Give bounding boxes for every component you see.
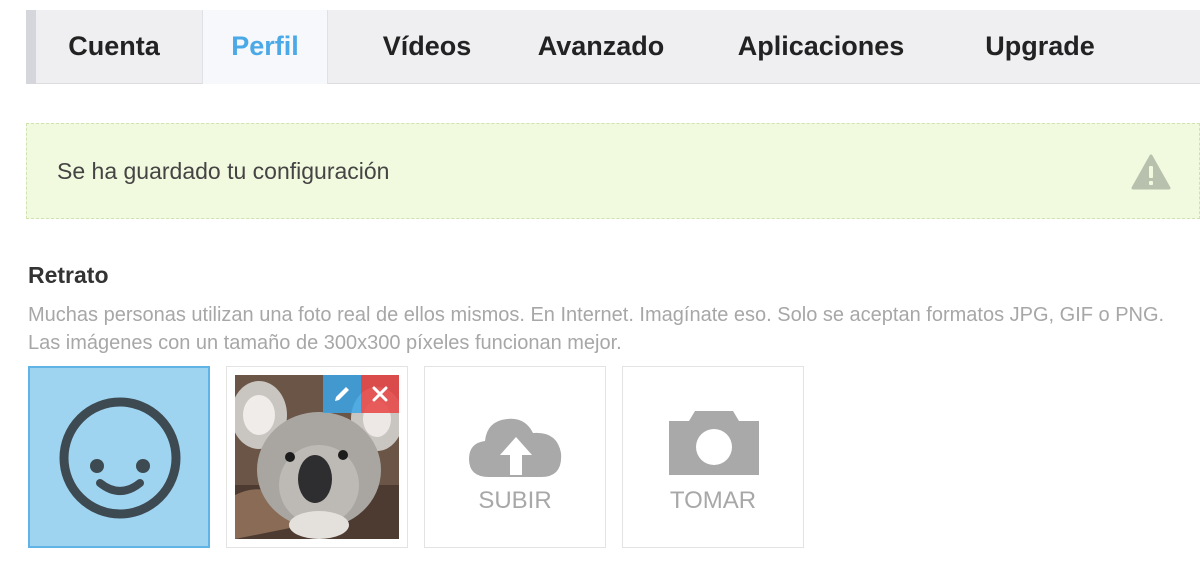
photo-option[interactable] xyxy=(226,366,408,548)
warning-icon xyxy=(1131,154,1171,195)
upload-option[interactable]: SUBIR xyxy=(424,366,606,548)
portrait-description: Muchas personas utilizan una foto real d… xyxy=(28,304,1165,354)
tab-perfil[interactable]: Perfil xyxy=(202,10,328,84)
tab-cuenta[interactable]: Cuenta xyxy=(54,10,174,84)
close-icon xyxy=(372,386,388,407)
tab-aplicaciones[interactable]: Aplicaciones xyxy=(722,10,920,84)
tab-upgrade[interactable]: Upgrade xyxy=(968,10,1112,84)
cloud-upload-icon xyxy=(467,411,565,486)
settings-tab-bar: Cuenta Perfil Vídeos Avanzado Aplicacion… xyxy=(26,10,1200,84)
tab-avanzado[interactable]: Avanzado xyxy=(516,10,686,84)
capture-option[interactable]: TOMAR xyxy=(622,366,804,548)
camera-icon xyxy=(665,407,763,482)
portrait-heading: Retrato xyxy=(28,262,109,288)
smiley-face-icon xyxy=(57,395,183,526)
default-avatar-option[interactable] xyxy=(28,366,210,548)
edit-photo-button[interactable] xyxy=(323,375,361,413)
delete-photo-button[interactable] xyxy=(361,375,399,413)
capture-label: TOMAR xyxy=(669,487,757,514)
saved-settings-alert: Se ha guardado tu configuración xyxy=(26,123,1200,219)
alert-message: Se ha guardado tu configuración xyxy=(57,158,390,184)
tab-bar-edge xyxy=(26,10,36,84)
upload-label: SUBIR xyxy=(478,487,552,514)
tab-videos[interactable]: Vídeos xyxy=(352,10,502,84)
pencil-icon xyxy=(332,384,352,409)
